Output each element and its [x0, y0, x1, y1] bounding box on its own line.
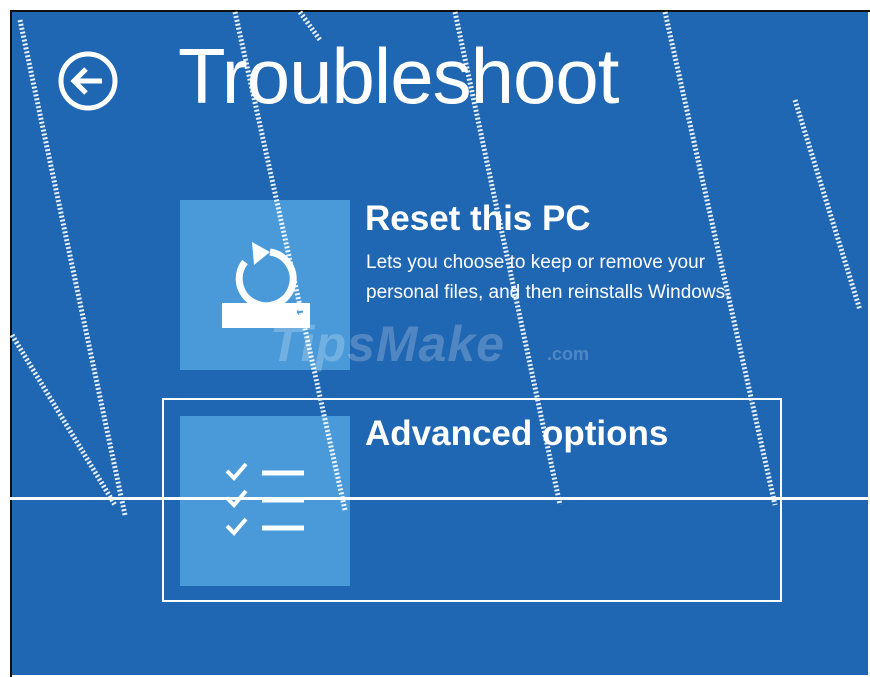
- overlay-line: [0, 497, 870, 500]
- reset-pc-tile: [180, 200, 350, 370]
- reset-pc-title: Reset this PC: [365, 199, 591, 238]
- window-border-top: [10, 10, 870, 12]
- advanced-options-tile: [180, 416, 350, 586]
- window-border-left: [10, 10, 12, 677]
- reset-pc-icon: [222, 242, 310, 328]
- advanced-options-title: Advanced options: [365, 414, 669, 453]
- checklist-icon: [225, 462, 304, 536]
- reset-pc-description: Lets you choose to keep or remove your p…: [366, 252, 731, 303]
- page-title: Troubleshoot: [178, 32, 619, 120]
- arrow-left-circle-icon: [58, 51, 118, 111]
- back-button[interactable]: [57, 50, 119, 112]
